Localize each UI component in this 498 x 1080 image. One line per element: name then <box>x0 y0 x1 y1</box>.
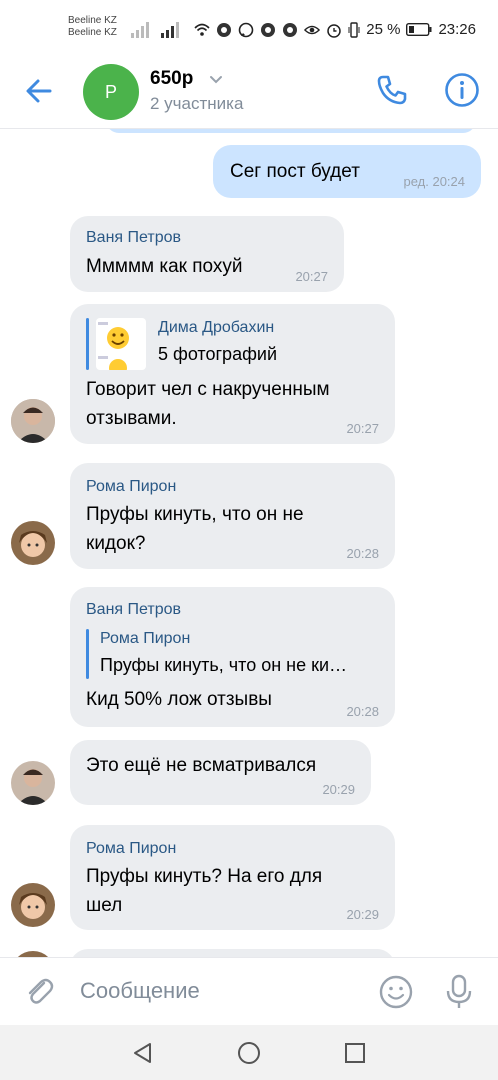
message-text: Ммммм как похуй <box>86 256 243 277</box>
partial-outgoing-bubble <box>106 129 476 133</box>
nav-back-icon[interactable] <box>131 1041 155 1065</box>
forward-text: 5 фотографий <box>158 344 277 364</box>
avatar[interactable] <box>11 521 55 565</box>
partial-incoming-bubble <box>70 949 395 957</box>
info-icon[interactable] <box>444 72 480 108</box>
message-time: 20:27 <box>295 269 328 284</box>
message-text-line1: Говорит чел с накрученным <box>86 379 330 400</box>
chat-header: Р 650р 2 участника <box>0 60 498 129</box>
emoji-icon[interactable] <box>378 974 414 1010</box>
incoming-message[interactable]: Рома Пирон Пруфы кинуть? На его для шел … <box>70 825 395 930</box>
user-photo-icon <box>11 883 55 927</box>
phone-icon[interactable] <box>374 72 410 108</box>
message-time: 20:28 <box>346 704 379 719</box>
attach-icon[interactable] <box>22 974 56 1008</box>
wifi-icon <box>194 23 210 36</box>
message-text: Кид 50% лож отзывы <box>86 689 272 710</box>
nav-recents-icon[interactable] <box>343 1041 367 1065</box>
message-time: 20:29 <box>346 907 379 922</box>
message-text-line2: кидок? <box>86 533 146 554</box>
reply-author[interactable]: Рома Пирон <box>100 630 190 648</box>
message-feed[interactable]: Сег пост будет ред. 20:24 Ваня Петров Мм… <box>0 129 498 957</box>
carrier-info: Beeline KZ Beeline KZ <box>68 15 117 39</box>
avatar[interactable] <box>11 761 55 805</box>
message-time: ред. 20:24 <box>403 174 465 189</box>
chrome-icon-3 <box>283 22 298 37</box>
system-nav-bar <box>0 1025 498 1080</box>
carrier-1: Beeline KZ <box>68 15 117 26</box>
chat-avatar[interactable]: Р <box>83 64 139 120</box>
reply-text: Пруфы кинуть, что он не ки… <box>100 655 348 675</box>
message-text-line1: Пруфы кинуть, что он не <box>86 504 304 525</box>
sender-name[interactable]: Рома Пирон <box>86 840 176 858</box>
message-time: 20:28 <box>346 546 379 561</box>
alarm-icon <box>327 23 341 38</box>
message-text-line2: отзывами. <box>86 408 177 429</box>
chat-title[interactable]: 650р <box>150 68 193 90</box>
clock: 23:26 <box>438 21 476 38</box>
message-input[interactable]: Сообщение <box>80 978 200 1004</box>
outgoing-message[interactable]: Сег пост будет ред. 20:24 <box>213 145 481 198</box>
forward-bar <box>86 318 89 370</box>
reply-bar <box>86 629 89 679</box>
carrier-2: Beeline KZ <box>68 27 117 38</box>
emoji-image-icon <box>98 322 129 370</box>
sender-name[interactable]: Ваня Петров <box>86 229 181 247</box>
microphone-icon[interactable] <box>442 973 476 1011</box>
incoming-message[interactable]: Рома Пирон Пруфы кинуть, что он не кидок… <box>70 463 395 569</box>
photo-thumbnail[interactable] <box>96 318 146 370</box>
message-text-line1: Пруфы кинуть? На его для <box>86 866 323 887</box>
sender-name[interactable]: Ваня Петров <box>86 601 181 619</box>
status-bar: Beeline KZ Beeline KZ 25 % 23:26 <box>0 0 498 60</box>
message-time: 20:29 <box>322 782 355 797</box>
battery-icon <box>406 23 432 36</box>
chrome-icon <box>217 22 232 37</box>
vibrate-icon <box>348 21 360 38</box>
sender-name[interactable]: Рома Пирон <box>86 478 176 496</box>
user-photo-icon <box>11 399 55 443</box>
message-text: Это ещё не всматривался <box>86 755 317 776</box>
status-icons: 25 % 23:26 <box>194 21 476 38</box>
user-photo-icon <box>11 761 55 805</box>
eye-icon <box>304 25 321 34</box>
battery-percent: 25 % <box>366 21 401 38</box>
avatar[interactable] <box>11 399 55 443</box>
signal-icon <box>131 22 149 38</box>
chat-subtitle: 2 участника <box>150 94 244 113</box>
avatar-letter: Р <box>104 81 117 102</box>
message-text: Сег пост будет <box>230 161 360 182</box>
avatar[interactable] <box>11 883 55 927</box>
chevron-down-icon[interactable] <box>208 74 224 86</box>
back-arrow-icon[interactable] <box>22 74 56 108</box>
whatsapp-icon <box>238 22 254 37</box>
incoming-message[interactable]: Дима Дробахин 5 фотографий Говорит чел с… <box>70 304 395 444</box>
chrome-icon-2 <box>261 22 276 37</box>
incoming-message[interactable]: Ваня Петров Рома Пирон Пруфы кинуть, что… <box>70 587 395 727</box>
message-time: 20:27 <box>346 421 379 436</box>
message-composer: Сообщение <box>0 957 498 1026</box>
forward-author[interactable]: Дима Дробахин <box>158 319 274 337</box>
incoming-message[interactable]: Это ещё не всматривался 20:29 <box>70 740 371 805</box>
user-photo-icon <box>11 521 55 565</box>
nav-home-icon[interactable] <box>237 1041 261 1065</box>
message-text-line2: шел <box>86 895 123 916</box>
signal-icon-2 <box>161 22 179 38</box>
incoming-message[interactable]: Ваня Петров Ммммм как похуй 20:27 <box>70 216 344 292</box>
